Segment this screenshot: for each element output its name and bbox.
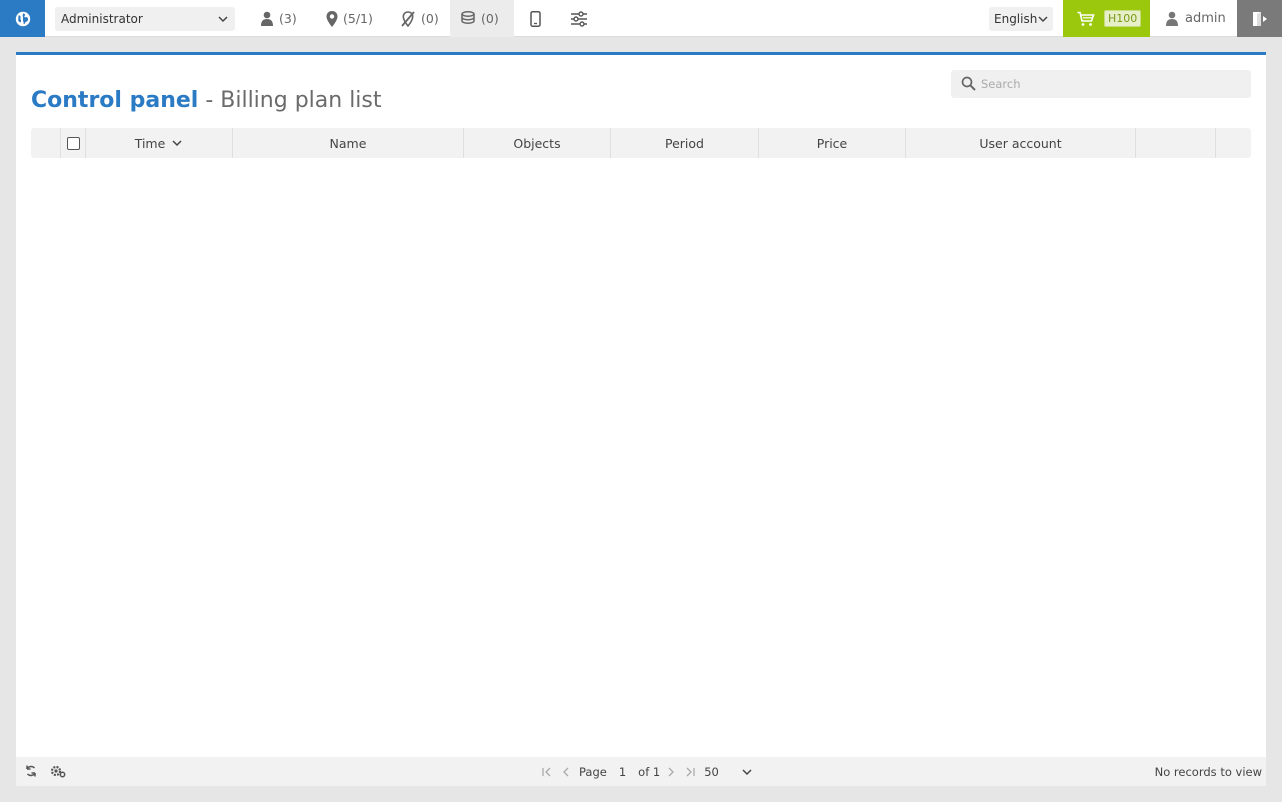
column-header-user-account[interactable]: User account (906, 128, 1136, 158)
objects-count: (5/1) (343, 11, 373, 26)
column-header-name[interactable]: Name (233, 128, 464, 158)
chevron-down-icon (218, 16, 228, 23)
select-all-cell (61, 128, 86, 158)
page-title: Control panel - Billing plan list (31, 88, 382, 113)
page-total-label: of 1 (638, 764, 661, 779)
main-panel: Control panel - Billing plan list Time N… (16, 52, 1266, 786)
cart-button[interactable]: H100 (1063, 0, 1150, 37)
records-status: No records to view (1154, 765, 1262, 779)
search-icon (961, 76, 976, 91)
map-pin-icon (326, 10, 338, 27)
table-header: Time Name Objects Period Price User acco… (31, 128, 1251, 158)
column-label-period: Period (665, 135, 704, 151)
sliders-icon (571, 10, 587, 27)
column-header-price[interactable]: Price (759, 128, 906, 158)
globe-button[interactable] (0, 0, 45, 37)
billing-count: (0) (481, 11, 499, 26)
rows-per-page-value: 50 (704, 764, 719, 779)
username: admin (1185, 11, 1226, 26)
top-bar: Administrator (3) (5/1) (0) (0) English … (0, 0, 1282, 37)
events-button[interactable]: (0) (390, 0, 449, 37)
page-title-sub: - Billing plan list (198, 88, 382, 113)
objects-button[interactable]: (5/1) (316, 0, 383, 37)
language-value: English (994, 12, 1038, 26)
column-label-objects: Objects (513, 135, 561, 151)
globe-icon (15, 11, 30, 26)
settings-gear-icon[interactable] (50, 764, 66, 778)
users-button[interactable]: (3) (250, 0, 307, 37)
grid-footer: Page 1 of 1 50 No records to view (16, 757, 1266, 786)
first-page-icon[interactable] (541, 766, 553, 778)
role-select-value: Administrator (61, 12, 143, 26)
settings-button[interactable] (560, 0, 598, 37)
page-title-main: Control panel (31, 88, 199, 113)
column-spacer (31, 128, 61, 158)
users-count: (3) (279, 11, 297, 26)
next-page-icon[interactable] (666, 766, 676, 778)
mobile-button[interactable] (520, 0, 551, 37)
coins-icon (461, 11, 475, 24)
page-number-input[interactable]: 1 (619, 765, 626, 779)
chevron-down-icon (742, 768, 752, 775)
last-page-icon[interactable] (684, 766, 696, 778)
prev-page-icon[interactable] (561, 766, 571, 778)
column-label-price: Price (816, 135, 848, 151)
mobile-phone-icon (530, 10, 541, 27)
column-header-period[interactable]: Period (611, 128, 759, 158)
search-box (951, 70, 1251, 98)
user-icon (1166, 11, 1178, 26)
events-count: (0) (421, 11, 439, 26)
column-label-name: Name (329, 135, 367, 151)
search-input[interactable] (981, 75, 1241, 93)
cart-badge: H100 (1104, 10, 1142, 27)
column-header-extra (1216, 128, 1251, 158)
page-label: Page (579, 764, 607, 779)
logout-icon (1252, 11, 1267, 26)
column-header-time[interactable]: Time (86, 128, 233, 158)
chevron-down-icon (1038, 16, 1048, 23)
no-location-icon (401, 10, 415, 27)
billing-button[interactable]: (0) (450, 0, 514, 37)
user-menu[interactable]: admin (1160, 0, 1226, 37)
select-all-checkbox[interactable] (66, 136, 80, 150)
sort-down-icon (172, 140, 182, 147)
cart-icon (1077, 11, 1095, 26)
column-header-objects[interactable]: Objects (464, 128, 611, 158)
column-label-time: Time (134, 135, 166, 151)
column-header-actions (1136, 128, 1216, 158)
rows-per-page-select[interactable]: 50 (704, 765, 753, 779)
logout-button[interactable] (1237, 0, 1282, 37)
language-select[interactable]: English (989, 7, 1053, 31)
column-label-user-account: User account (979, 135, 1062, 151)
refresh-icon[interactable] (24, 764, 38, 778)
role-select[interactable]: Administrator (55, 7, 235, 31)
pager: Page 1 of 1 50 (541, 757, 761, 786)
user-icon (261, 11, 273, 26)
